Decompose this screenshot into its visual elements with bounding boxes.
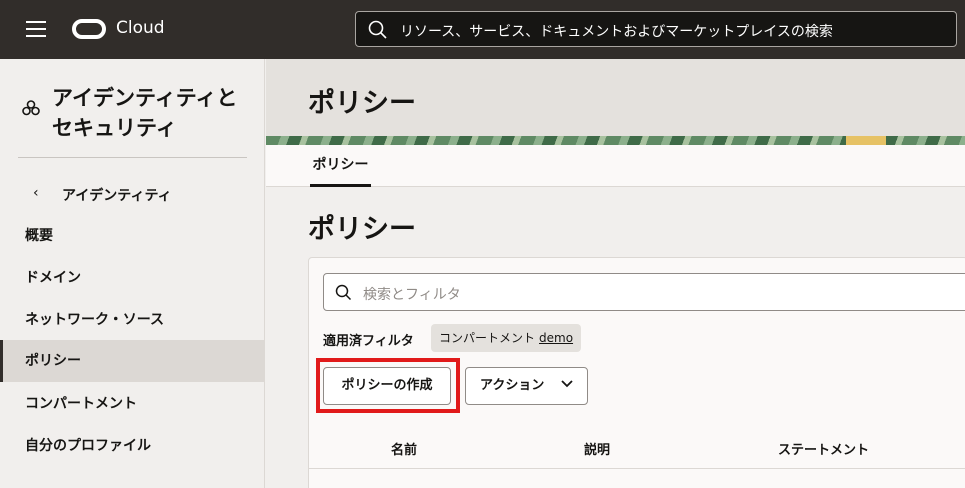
sidebar-item-compartments[interactable]: コンパートメント (0, 383, 265, 425)
identity-icon (22, 100, 40, 116)
filter-placeholder: 検索とフィルタ (363, 287, 461, 303)
sidebar-divider (18, 157, 247, 158)
page-title: ポリシー (308, 88, 416, 119)
sidebar-item-my-profile[interactable]: 自分のプロファイル (0, 425, 265, 467)
chip-value-link[interactable]: demo (539, 331, 573, 345)
search-icon (335, 284, 352, 301)
menu-icon[interactable] (26, 21, 46, 37)
table-header: 名前 説明 ステートメント (309, 426, 965, 469)
sidebar-item-overview[interactable]: 概要 (0, 215, 265, 257)
sidebar-item-domains[interactable]: ドメイン (0, 257, 265, 299)
actions-dropdown-button[interactable]: アクション (465, 367, 588, 405)
chevron-left-icon[interactable]: ‹ (33, 185, 39, 201)
page-header: ポリシー (266, 59, 965, 136)
main-content: ポリシー ポリシー ポリシー 検索とフィルタ 適用済フィルタ コンパートメント d… (266, 59, 965, 488)
top-bar: Cloud リソース、サービス、ドキュメントおよびマーケットプレイスの検索 (0, 0, 965, 59)
search-filter-input[interactable]: 検索とフィルタ (323, 273, 965, 311)
tab-policies[interactable]: ポリシー (310, 145, 371, 187)
sidebar-back-link[interactable]: アイデンティティ (62, 185, 172, 205)
sidebar-item-policies[interactable]: ポリシー (0, 340, 265, 382)
brand-label: Cloud (116, 18, 165, 38)
policies-panel: 検索とフィルタ 適用済フィルタ コンパートメント demo ポリシーの作成 アクシ… (308, 257, 965, 488)
applied-filters-label: 適用済フィルタ (323, 334, 414, 349)
global-search-input[interactable]: リソース、サービス、ドキュメントおよびマーケットプレイスの検索 (355, 11, 957, 47)
chevron-down-icon (561, 380, 573, 388)
content-title: ポリシー (308, 214, 416, 245)
sidebar-title: アイデンティティとセキュリティ (52, 86, 238, 140)
chip-label: コンパートメント (439, 331, 536, 345)
decorative-banner (266, 136, 965, 145)
global-search-placeholder: リソース、サービス、ドキュメントおよびマーケットプレイスの検索 (400, 24, 833, 40)
actions-label: アクション (480, 378, 545, 393)
oracle-logo-icon[interactable] (72, 19, 106, 39)
column-header-name[interactable]: 名前 (391, 439, 417, 458)
create-policy-button[interactable]: ポリシーの作成 (323, 367, 451, 405)
sidebar: アイデンティティとセキュリティ ‹ アイデンティティ 概要 ドメイン ネットワー… (0, 59, 265, 488)
sidebar-item-network-sources[interactable]: ネットワーク・ソース (0, 299, 265, 341)
tab-bar: ポリシー (266, 145, 965, 187)
column-header-statements[interactable]: ステートメント (778, 439, 869, 458)
banner-accent (846, 136, 886, 145)
column-header-description[interactable]: 説明 (584, 439, 610, 458)
search-icon (368, 20, 387, 39)
compartment-filter-chip[interactable]: コンパートメント demo (431, 324, 582, 352)
